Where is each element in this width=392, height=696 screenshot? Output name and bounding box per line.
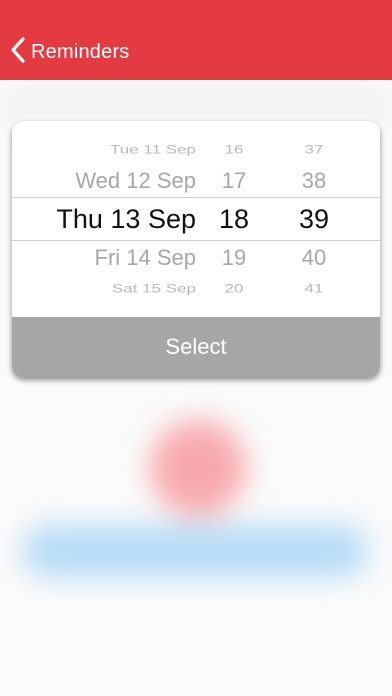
back-button-label: Reminders — [31, 40, 130, 63]
minute-option[interactable]: 38 — [294, 166, 334, 196]
minute-option[interactable]: 41 — [294, 279, 334, 300]
picker-row[interactable]: Wed 12 Sep 17 38 — [12, 166, 380, 196]
selection-top-line — [12, 197, 380, 198]
reminder-date-picker-screen: Reminders Tue 11 Sep 16 37 Wed 12 Sep 17… — [0, 0, 392, 696]
back-button[interactable]: Reminders — [10, 36, 130, 68]
blurred-button — [22, 525, 368, 577]
picker-row[interactable]: Sat 15 Sep 20 41 — [12, 274, 380, 304]
selected-date[interactable]: Thu 13 Sep — [56, 204, 196, 234]
date-option[interactable]: Wed 12 Sep — [75, 166, 196, 196]
blurred-circle — [150, 420, 246, 516]
hour-option[interactable]: 17 — [214, 166, 254, 196]
date-time-picker: Tue 11 Sep 16 37 Wed 12 Sep 17 38 Thu 13… — [12, 121, 380, 377]
picker-row[interactable]: Fri 14 Sep 19 40 — [12, 243, 380, 273]
minute-option[interactable]: 37 — [294, 140, 334, 161]
selection-bottom-line — [12, 240, 380, 241]
picker-row[interactable]: Tue 11 Sep 16 37 — [12, 135, 380, 165]
date-option[interactable]: Sat 15 Sep — [112, 279, 196, 300]
picker-row-selected[interactable]: Thu 13 Sep 18 39 — [12, 204, 380, 234]
minute-option[interactable]: 40 — [294, 243, 334, 273]
selected-hour[interactable]: 18 — [214, 204, 254, 234]
picker-wheel[interactable]: Tue 11 Sep 16 37 Wed 12 Sep 17 38 Thu 13… — [12, 121, 380, 317]
selected-minute[interactable]: 39 — [294, 204, 334, 234]
navigation-bar: Reminders — [0, 0, 392, 80]
date-option[interactable]: Tue 11 Sep — [110, 140, 196, 161]
hour-option[interactable]: 16 — [214, 140, 254, 161]
hour-option[interactable]: 20 — [214, 279, 254, 300]
date-option[interactable]: Fri 14 Sep — [95, 243, 197, 273]
chevron-left-icon — [10, 36, 26, 68]
hour-option[interactable]: 19 — [214, 243, 254, 273]
select-button[interactable]: Select — [12, 317, 380, 377]
